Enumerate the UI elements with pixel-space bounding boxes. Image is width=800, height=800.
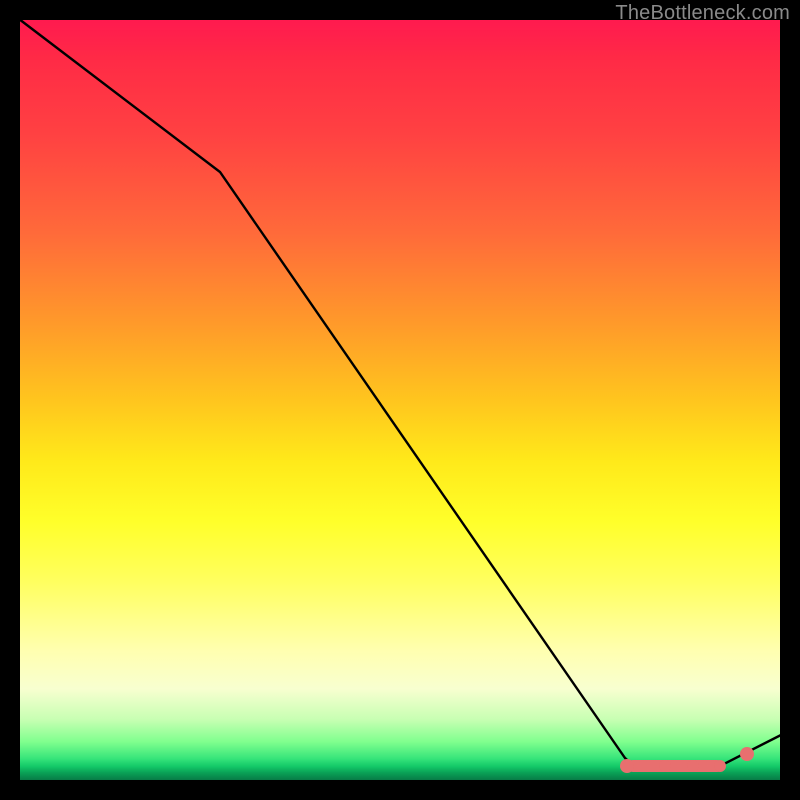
chart-frame: TheBottleneck.com	[0, 0, 800, 800]
end-marker-dot	[740, 747, 754, 761]
flat-segment-bump-1	[659, 760, 671, 772]
flat-segment-start-bump	[620, 759, 634, 773]
flat-segment-bump-3	[714, 760, 726, 772]
plot-area	[20, 20, 780, 780]
watermark-text: TheBottleneck.com	[615, 2, 790, 25]
flat-segment-marker	[627, 760, 723, 772]
flat-segment-bump-2	[687, 760, 699, 772]
bottleneck-curve	[19, 19, 781, 766]
line-chart-svg	[20, 20, 780, 780]
